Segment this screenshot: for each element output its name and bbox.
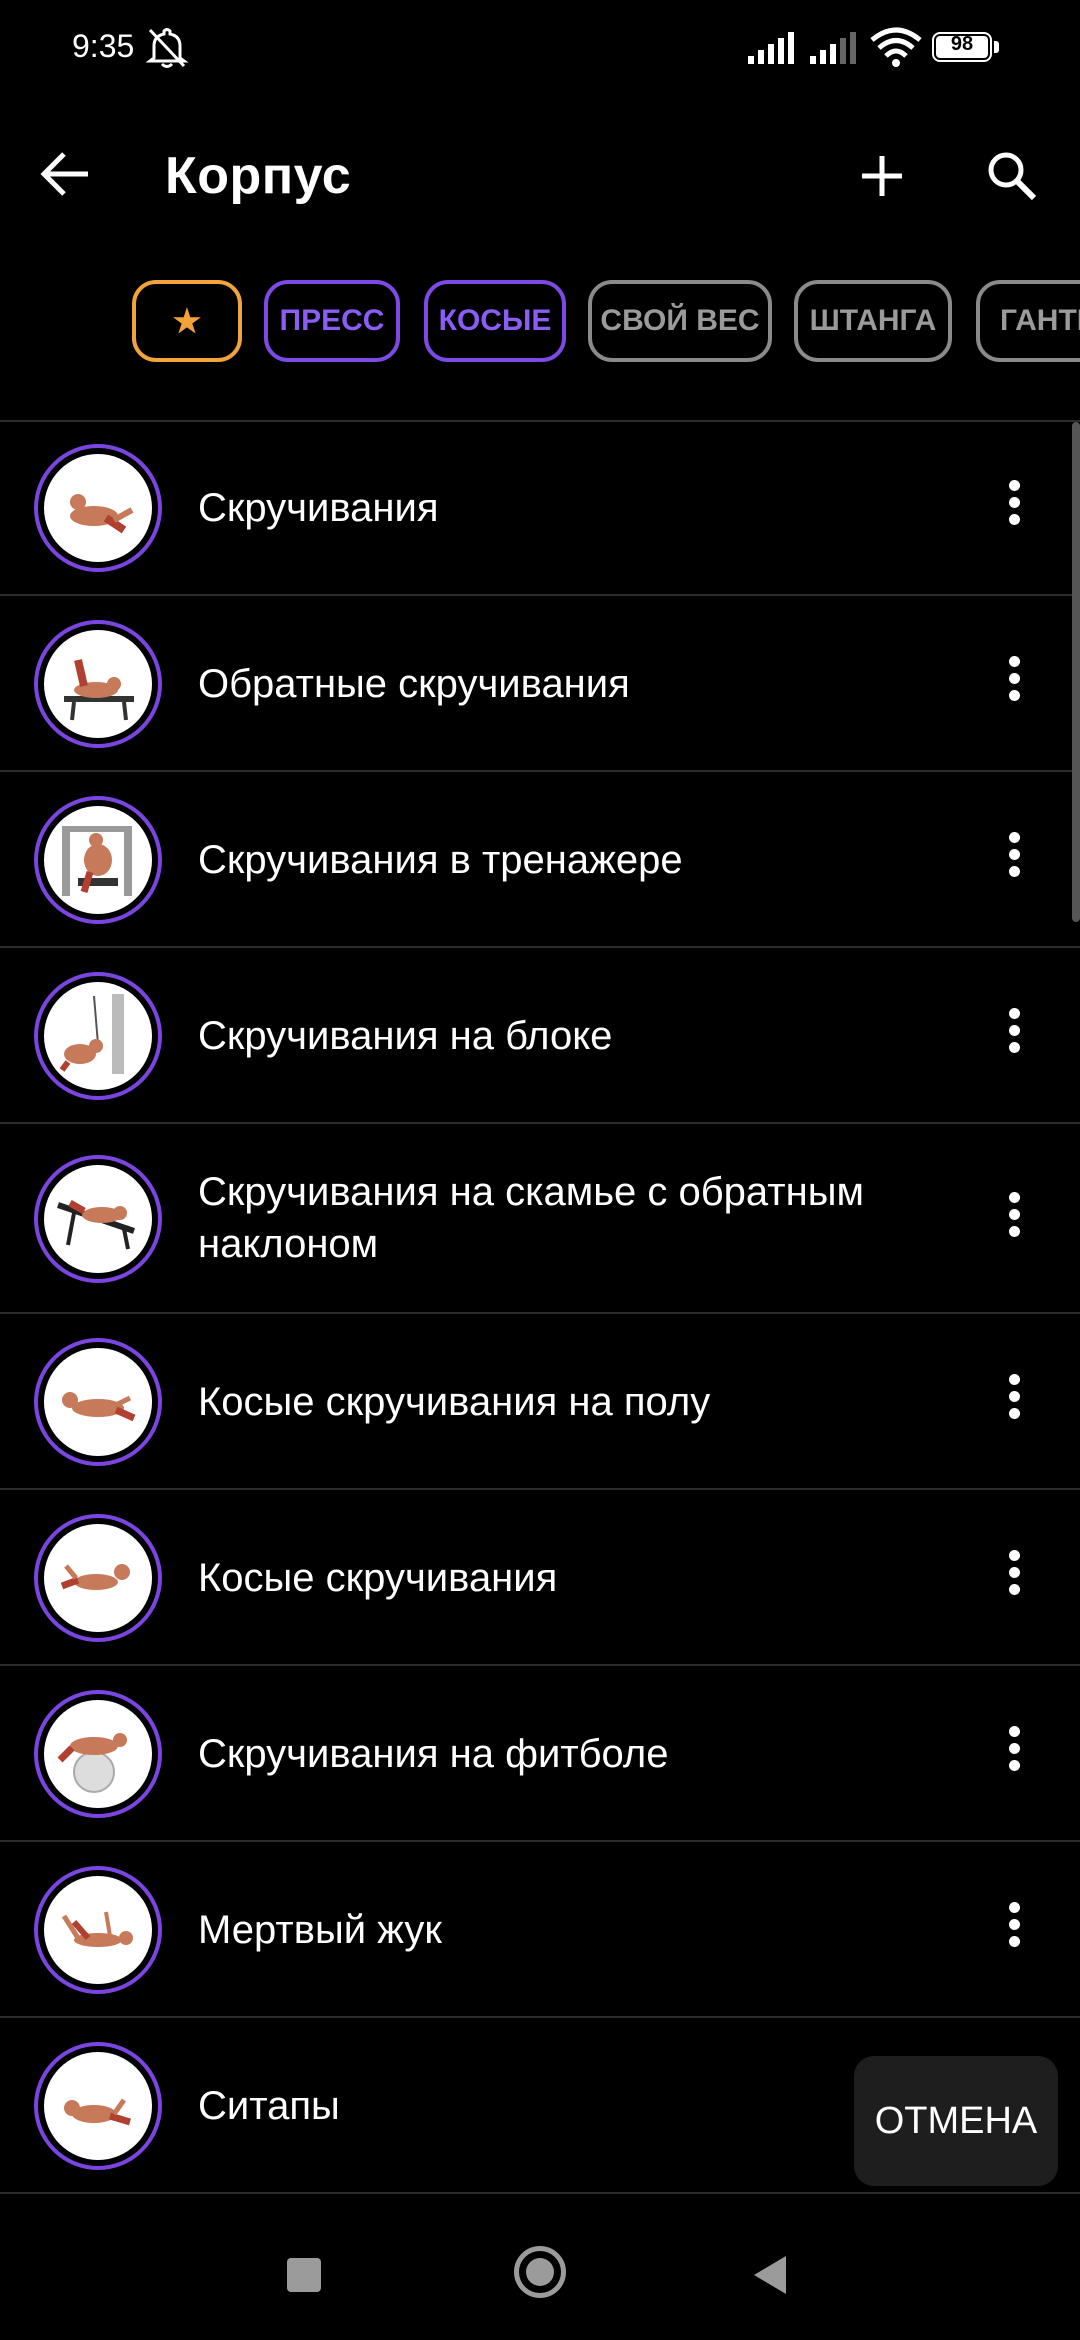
chip-favorites[interactable]: ★	[132, 280, 242, 362]
nav-back-icon[interactable]	[754, 2256, 786, 2294]
exercise-name: Скручивания в тренажере	[198, 838, 683, 882]
chip-barbell[interactable]: ШТАНГА	[794, 280, 952, 362]
more-vert-icon[interactable]	[996, 1188, 1032, 1248]
exercise-figure-icon	[64, 659, 134, 721]
signal-icon	[748, 32, 794, 64]
exercise-thumbnail	[34, 1690, 162, 1818]
exercise-name: Косые скручивания на полу	[198, 1380, 711, 1424]
chip-dumbbells[interactable]: ГАНТЕЛИ	[976, 280, 1080, 362]
list-item[interactable]: Скручивания в тренажере	[0, 772, 1080, 948]
exercise-name: Обратные скручивания	[198, 662, 630, 706]
exercise-figure-icon	[60, 1564, 130, 1590]
list-item[interactable]: Скручивания на блоке	[0, 948, 1080, 1124]
more-vert-icon[interactable]	[996, 1546, 1032, 1606]
exercise-name: Скручивания на фитболе	[198, 1732, 669, 1776]
more-vert-icon[interactable]	[996, 828, 1032, 888]
exercise-thumbnail	[34, 1338, 162, 1466]
list-item[interactable]: Скручивания на скамье с обратным наклоно…	[0, 1124, 1080, 1314]
exercise-thumbnail	[34, 1514, 162, 1642]
chip-bodyweight[interactable]: СВОЙ ВЕС	[588, 280, 772, 362]
exercise-figure-icon	[57, 1199, 135, 1250]
exercise-name: Ситапы	[198, 2084, 340, 2128]
more-vert-icon[interactable]	[996, 476, 1032, 536]
exercise-figure-icon	[61, 1911, 133, 1947]
search-icon[interactable]	[982, 146, 1042, 206]
exercise-thumbnail	[34, 620, 162, 748]
exercise-name: Косые скручивания	[198, 1556, 558, 1600]
more-vert-icon[interactable]	[996, 1898, 1032, 1958]
page-title: Корпус	[165, 147, 352, 205]
list-item[interactable]: Обратные скручивания	[0, 596, 1080, 772]
exercise-thumbnail	[34, 972, 162, 1100]
exercise-figure-icon	[59, 994, 124, 1074]
nav-home-icon[interactable]	[514, 2246, 566, 2298]
battery-percent: 98	[950, 33, 974, 55]
back-arrow-icon[interactable]	[36, 144, 96, 204]
exercise-figure-icon	[62, 1392, 136, 1422]
cancel-button[interactable]: ОТМЕНА	[854, 2056, 1058, 2186]
signal-icon-2	[810, 32, 856, 64]
exercise-thumbnail	[34, 1866, 162, 1994]
more-vert-icon[interactable]	[996, 1722, 1032, 1782]
exercise-figure-icon	[64, 2098, 132, 2126]
scrollbar[interactable]	[1072, 422, 1080, 922]
exercise-figure-icon	[62, 826, 132, 896]
exercise-figure-icon	[70, 494, 134, 534]
exercise-figure-icon	[57, 1733, 127, 1793]
list-item[interactable]: Скручивания	[0, 420, 1080, 596]
exercise-thumbnail	[34, 796, 162, 924]
chip-obliques[interactable]: КОСЫЕ	[424, 280, 566, 362]
list-item[interactable]: Мертвый жук	[0, 1842, 1080, 2018]
battery-indicator: 98	[932, 32, 1002, 64]
more-vert-icon[interactable]	[996, 1370, 1032, 1430]
exercise-name: Скручивания на скамье с обратным наклоно…	[198, 1170, 864, 1266]
add-icon[interactable]	[852, 146, 912, 206]
exercise-name: Мертвый жук	[198, 1908, 442, 1952]
nav-recents-icon[interactable]	[287, 2258, 321, 2292]
mute-icon	[145, 28, 189, 68]
exercise-list: Скручивания Обратные скручивания Скручив…	[0, 420, 1080, 2194]
list-item[interactable]: Косые скручивания	[0, 1490, 1080, 1666]
exercise-thumbnail	[34, 444, 162, 572]
more-vert-icon[interactable]	[996, 652, 1032, 712]
chip-press[interactable]: ПРЕСС	[264, 280, 400, 362]
more-vert-icon[interactable]	[996, 1004, 1032, 1064]
wifi-icon	[870, 27, 922, 67]
filter-chips: ★ ПРЕСС КОСЫЕ СВОЙ ВЕС ШТАНГА ГАНТЕЛИ	[0, 280, 1080, 370]
exercise-name: Скручивания	[198, 486, 439, 530]
list-item[interactable]: Косые скручивания на полу	[0, 1314, 1080, 1490]
exercise-thumbnail	[34, 1155, 162, 1283]
list-item[interactable]: Скручивания на фитболе	[0, 1666, 1080, 1842]
status-bar: 9:35 98	[0, 0, 1080, 100]
status-time: 9:35	[72, 28, 135, 64]
exercise-name: Скручивания на блоке	[198, 1014, 613, 1058]
exercise-thumbnail	[34, 2042, 162, 2170]
